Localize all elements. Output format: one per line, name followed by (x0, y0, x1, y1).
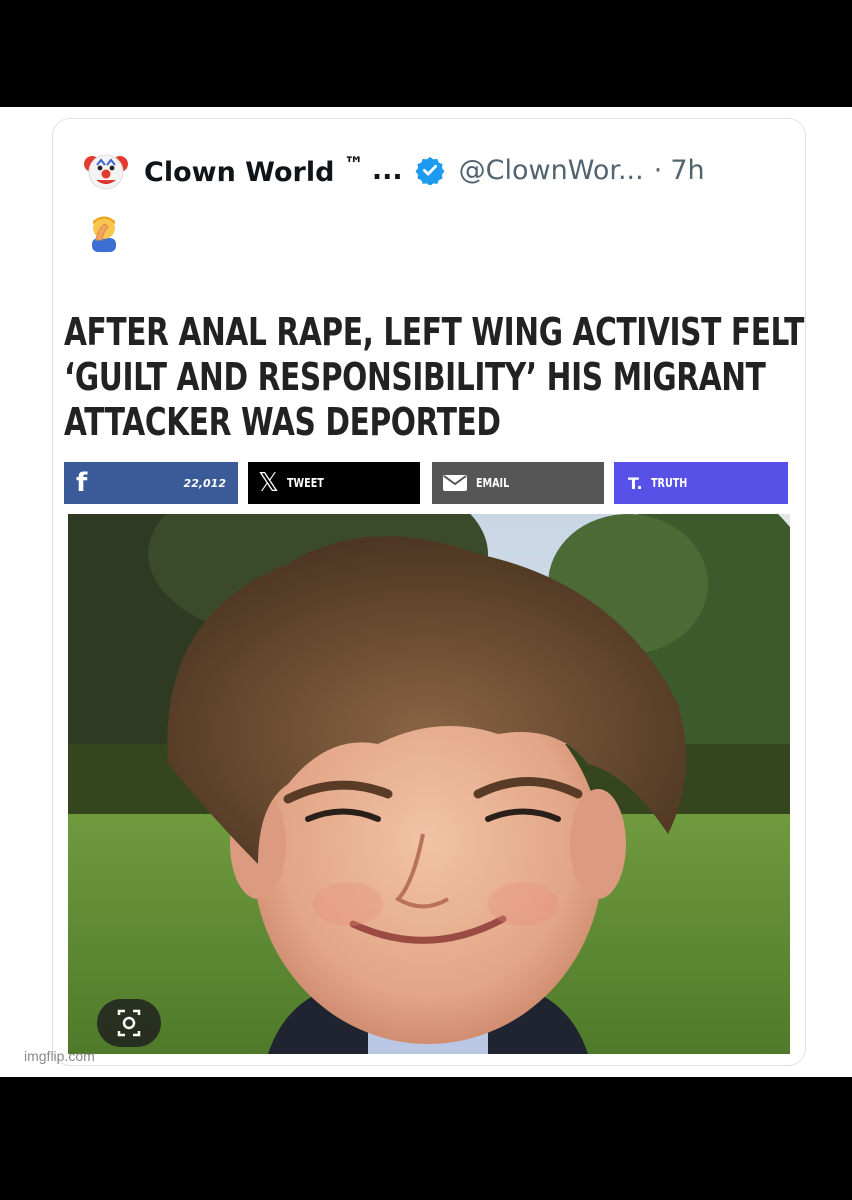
tweet-share-label: TWEET (286, 476, 324, 490)
truth-social-share-button[interactable]: T. TRUTH (614, 462, 788, 504)
post-timestamp[interactable]: 7h (670, 155, 704, 186)
email-share-button[interactable]: EMAIL (432, 462, 604, 504)
clown-face-icon[interactable] (82, 146, 130, 194)
user-handle[interactable]: @ClownWor... (459, 155, 644, 186)
google-lens-icon (117, 1009, 141, 1037)
facebook-share-button[interactable]: f 22,012 (64, 462, 238, 504)
trademark-symbol: ™ (343, 152, 364, 176)
article-photo (68, 514, 790, 1054)
facebook-icon: f (76, 468, 88, 498)
facepalm-emoji-icon (92, 216, 116, 252)
facebook-share-count: 22,012 (183, 476, 226, 490)
tweet-header: Clown World ™ ... @ClownWor... · 7h (82, 146, 705, 194)
truth-share-label: TRUTH (650, 476, 687, 490)
email-share-label: EMAIL (476, 476, 510, 490)
article-headline: AFTER ANAL RAPE, LEFT WING ACTIVIST FELT… (64, 310, 804, 445)
display-name[interactable]: Clown World ™ (144, 152, 364, 188)
separator-dot: · (653, 154, 663, 186)
verified-badge-icon (415, 156, 445, 185)
headline-line-3: ATTACKER WAS DEPORTED (64, 400, 501, 444)
name-ellipsis: ... (371, 154, 403, 186)
x-logo-icon: 𝕏 (258, 468, 279, 498)
truth-social-logo-icon: T. (628, 473, 643, 493)
portrait-photo-illustration (68, 514, 790, 1054)
headline-line-2: ‘GUILT AND RESPONSIBILITY’ HIS MIGRANT (64, 355, 766, 399)
envelope-icon (443, 475, 467, 491)
headline-line-1: AFTER ANAL RAPE, LEFT WING ACTIVIST FELT (64, 310, 804, 354)
imgflip-watermark: imgflip.com (24, 1048, 95, 1064)
tweet-share-button[interactable]: 𝕏 TWEET (248, 462, 420, 504)
google-lens-button[interactable] (97, 999, 161, 1047)
